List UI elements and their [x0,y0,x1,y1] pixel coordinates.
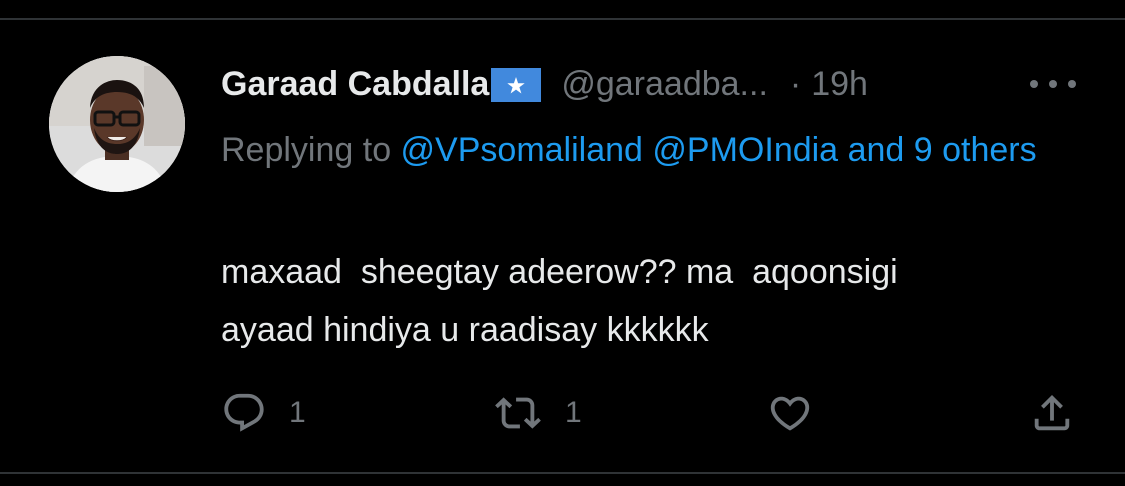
tweet-text: maxaad sheegtay adeerow?? ma aqoonsigi a… [221,253,898,349]
display-name[interactable]: Garaad Cabdalla [221,65,489,104]
reply-icon [224,393,264,432]
more-horizontal-icon[interactable] [1030,70,1076,98]
replying-to: Replying to @VPsomaliland @PMOIndia and … [221,122,1081,178]
heart-icon [770,396,810,431]
separator-dot: · [789,64,802,103]
share-icon [1034,394,1070,431]
mention-others[interactable]: and 9 others [848,131,1037,169]
tweet-header: Garaad Cabdalla @garaadba... · 19h [221,62,868,106]
user-handle[interactable]: @garaadba... [561,65,768,104]
reply-count: 1 [289,396,306,429]
replying-prefix: Replying to [221,131,401,169]
bottom-divider [0,472,1125,474]
retweet-button[interactable]: 1 [493,388,582,438]
avatar[interactable] [49,56,185,192]
mention-pmoindia[interactable]: @PMOIndia [652,131,838,169]
mention-vpsomaliland[interactable]: @VPsomaliland [401,131,643,169]
somalia-flag-icon [491,68,542,102]
retweet-icon [495,397,541,429]
timestamp[interactable]: 19h [811,65,868,104]
action-bar: 1 1 [221,388,1081,438]
share-button[interactable] [1029,388,1075,438]
reply-button[interactable]: 1 [221,388,306,438]
like-button[interactable] [767,388,813,438]
avatar-photo [49,56,185,192]
retweet-count: 1 [565,396,582,429]
